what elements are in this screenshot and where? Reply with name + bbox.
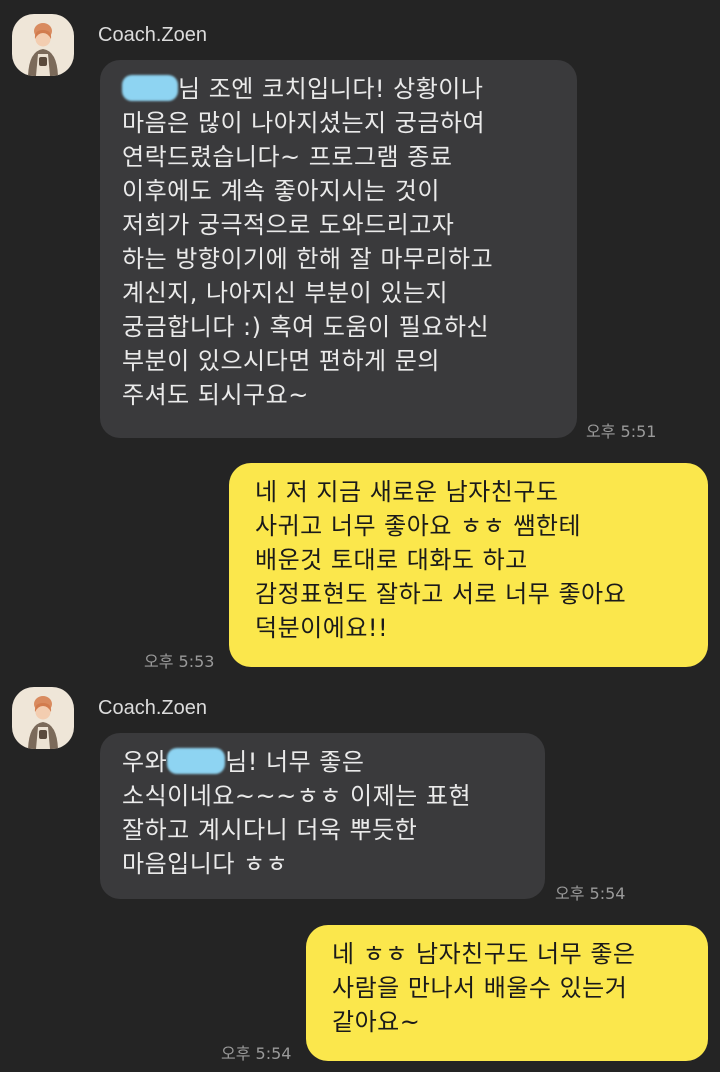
message-line: 사귀고 너무 좋아요 ㅎㅎ 쌤한테 [255, 512, 582, 540]
message-line: 소식이네요~~~ㅎㅎ 이제는 표현 [122, 782, 472, 810]
message-line: 저희가 궁극적으로 도와드리고자 [122, 211, 455, 239]
message-line: 이후에도 계속 좋아지시는 것이 [122, 177, 440, 205]
message-line: 연락드렸습니다~ 프로그램 종료 [122, 143, 453, 171]
message-line: 계신지, 나아지신 부분이 있는지 [122, 279, 449, 307]
message-line: 주셔도 되시구요~ [122, 381, 309, 409]
redacted-name [167, 748, 226, 774]
message-line: 마음은 많이 나아지셨는지 궁금하여 [122, 109, 486, 137]
sender-name: Coach.Zoen [98, 697, 207, 719]
message-line: 네 저 지금 새로운 남자친구도 [255, 478, 559, 506]
message-timestamp: 오후 5:53 [144, 652, 215, 671]
message-line: 사람을 만나서 배울수 있는거 [332, 974, 628, 1002]
message-line: 궁금합니다 :) 혹여 도움이 필요하신 [122, 313, 490, 341]
message-line: 네 ㅎㅎ 남자친구도 너무 좋은 [332, 940, 636, 968]
message-text: 우와 [122, 748, 168, 776]
message-line: 님 조엔 코치입니다! 상황이나 [122, 72, 555, 106]
outgoing-message-bubble[interactable]: 네 ㅎㅎ 남자친구도 너무 좋은 사람을 만나서 배울수 있는거 같아요~ [306, 925, 708, 1061]
message-line: 잘하고 계시다니 더욱 뿌듯한 [122, 816, 418, 844]
message-timestamp: 오후 5:54 [221, 1044, 292, 1063]
message-text: 님! 너무 좋은 [225, 748, 365, 776]
woman-with-coffee-avatar-icon [28, 23, 58, 76]
incoming-message-bubble[interactable]: 우와 님! 너무 좋은 소식이네요~~~ㅎㅎ 이제는 표현 잘하고 계시다니 더욱… [100, 733, 545, 899]
incoming-message-bubble[interactable]: 님 조엔 코치입니다! 상황이나 마음은 많이 나아지셨는지 궁금하여 연락드렸… [100, 60, 577, 438]
woman-with-coffee-avatar-icon [28, 696, 58, 749]
message-line: 마음입니다 ㅎㅎ [122, 850, 289, 878]
message-line: 우와 님! 너무 좋은 [122, 745, 523, 779]
outgoing-message-bubble[interactable]: 네 저 지금 새로운 남자친구도 사귀고 너무 좋아요 ㅎㅎ 쌤한테 배운것 토… [229, 463, 708, 667]
sender-name: Coach.Zoen [98, 24, 207, 46]
message-line: 하는 방향이기에 한해 잘 마무리하고 [122, 245, 494, 273]
message-line: 덕분이에요!! [255, 614, 389, 642]
message-timestamp: 오후 5:51 [586, 422, 657, 441]
message-line: 같아요~ [332, 1008, 421, 1036]
message-line: 감정표현도 잘하고 서로 너무 좋아요 [255, 580, 627, 608]
message-line: 배운것 토대로 대화도 하고 [255, 546, 528, 574]
message-text: 님 조엔 코치입니다! 상황이나 [178, 75, 484, 103]
redacted-name [122, 75, 178, 101]
message-timestamp: 오후 5:54 [555, 884, 626, 903]
message-line: 부분이 있으시다면 편하게 문의 [122, 347, 440, 375]
avatar[interactable] [12, 14, 74, 76]
avatar[interactable] [12, 687, 74, 749]
